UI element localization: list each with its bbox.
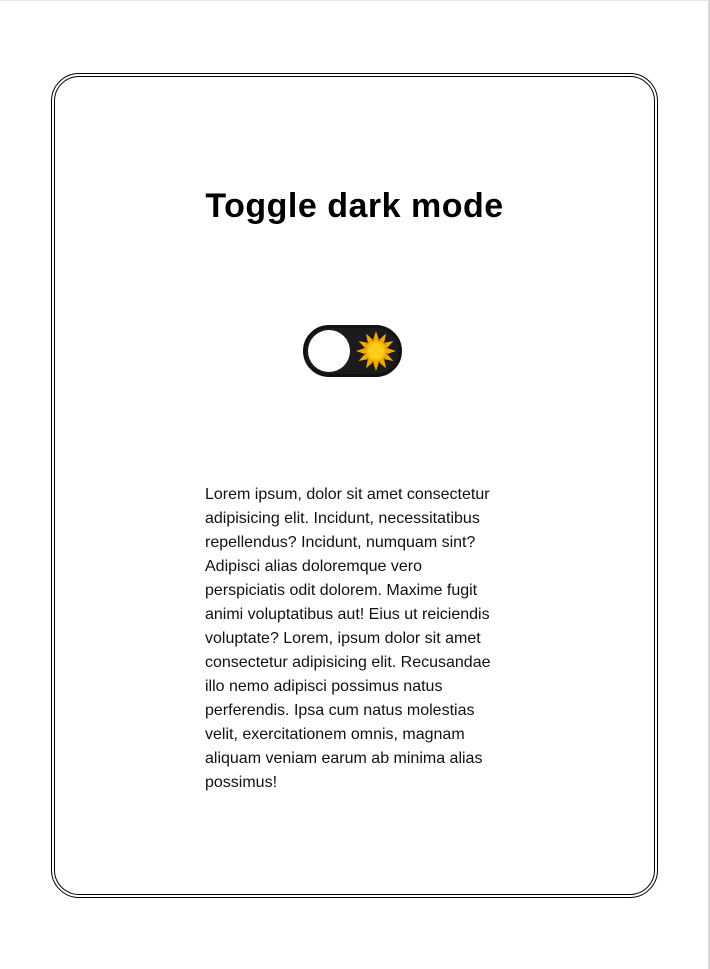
page-title: Toggle dark mode <box>205 187 504 225</box>
toggle-knob <box>308 330 350 372</box>
content-card: Toggle dark mode Lorem ipsum, dolor sit … <box>51 73 658 898</box>
dark-mode-toggle[interactable] <box>303 325 402 377</box>
sun-icon <box>356 331 396 371</box>
body-paragraph: Lorem ipsum, dolor sit amet consectetur … <box>205 486 491 791</box>
